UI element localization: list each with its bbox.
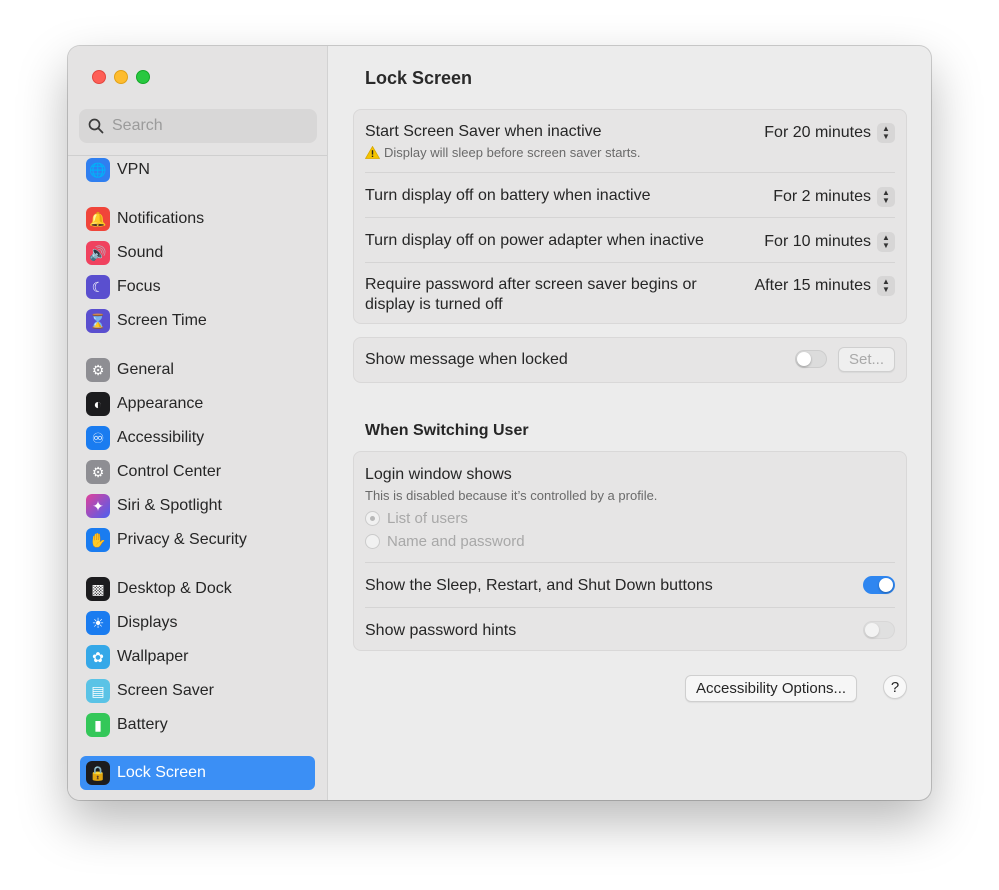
divider bbox=[365, 262, 895, 263]
radio-label: Name and password bbox=[387, 533, 525, 550]
toggle-knob bbox=[797, 352, 811, 366]
screen-saver-value: For 20 minutes bbox=[764, 124, 871, 141]
password-hints-row: Show password hints bbox=[365, 622, 895, 640]
chevron-updown-icon: ▲ ▼ bbox=[877, 123, 895, 143]
password-label-line2: display is turned off bbox=[365, 296, 503, 313]
login-window-note: This is disabled because it’s controlled… bbox=[365, 488, 658, 503]
power-row: Turn display off on power adapter when i… bbox=[365, 232, 895, 252]
power-value: For 10 minutes bbox=[764, 233, 871, 250]
sleep-buttons-row: Show the Sleep, Restart, and Shut Down b… bbox=[365, 577, 895, 595]
login-window-row: Login window shows This is disabled beca… bbox=[365, 466, 895, 550]
page-title: Lock Screen bbox=[365, 68, 473, 88]
divider bbox=[365, 217, 895, 218]
sleep-buttons-toggle[interactable] bbox=[863, 576, 895, 594]
toggle-knob bbox=[879, 578, 893, 592]
password-hints-toggle[interactable] bbox=[863, 621, 895, 639]
accessibility-options-button[interactable]: Accessibility Options... bbox=[685, 675, 858, 702]
toggle-knob bbox=[865, 623, 879, 637]
sleep-buttons-label: Show the Sleep, Restart, and Shut Down b… bbox=[365, 577, 713, 594]
divider bbox=[365, 562, 895, 563]
screen-saver-popup[interactable]: For 20 minutes ▲ ▼ bbox=[764, 123, 895, 143]
power-popup[interactable]: For 10 minutes ▲ ▼ bbox=[764, 232, 895, 252]
message-toggle[interactable] bbox=[795, 350, 827, 368]
radio-button bbox=[365, 534, 380, 549]
password-hints-label: Show password hints bbox=[365, 622, 517, 639]
battery-row: Turn display off on battery when inactiv… bbox=[365, 187, 895, 207]
login-window-label: Login window shows bbox=[365, 466, 512, 483]
password-row: Require password after screen saver begi… bbox=[365, 276, 895, 314]
chevron-updown-icon: ▲ ▼ bbox=[877, 232, 895, 252]
screen-saver-note-text: Display will sleep before screen saver s… bbox=[384, 145, 641, 160]
password-value: After 15 minutes bbox=[754, 277, 872, 294]
screen-saver-note: Display will sleep before screen saver s… bbox=[365, 145, 895, 160]
battery-value: For 2 minutes bbox=[773, 188, 871, 205]
radio-button bbox=[365, 511, 380, 526]
chevron-updown-icon: ▲ ▼ bbox=[877, 187, 895, 207]
divider bbox=[365, 172, 895, 173]
radio-label: List of users bbox=[387, 510, 468, 527]
help-button[interactable]: ? bbox=[883, 675, 907, 699]
radio-name-and-password[interactable]: Name and password bbox=[365, 533, 895, 550]
divider bbox=[365, 607, 895, 608]
message-card: Show message when locked Set... bbox=[353, 337, 907, 383]
screen-saver-row: Start Screen Saver when inactive Display… bbox=[365, 123, 895, 160]
chevron-updown-icon: ▲ ▼ bbox=[877, 276, 895, 296]
password-popup[interactable]: After 15 minutes ▲ ▼ bbox=[754, 276, 895, 296]
main-content: Lock Screen Start Screen Saver when inac… bbox=[0, 0, 999, 890]
warning-icon bbox=[365, 146, 380, 159]
battery-popup[interactable]: For 2 minutes ▲ ▼ bbox=[773, 187, 895, 207]
switching-user-card: Login window shows This is disabled beca… bbox=[353, 451, 907, 651]
set-message-button[interactable]: Set... bbox=[838, 347, 896, 372]
timers-card: Start Screen Saver when inactive Display… bbox=[353, 109, 907, 324]
switching-user-title: When Switching User bbox=[365, 422, 529, 439]
radio-list-of-users[interactable]: List of users bbox=[365, 510, 895, 527]
